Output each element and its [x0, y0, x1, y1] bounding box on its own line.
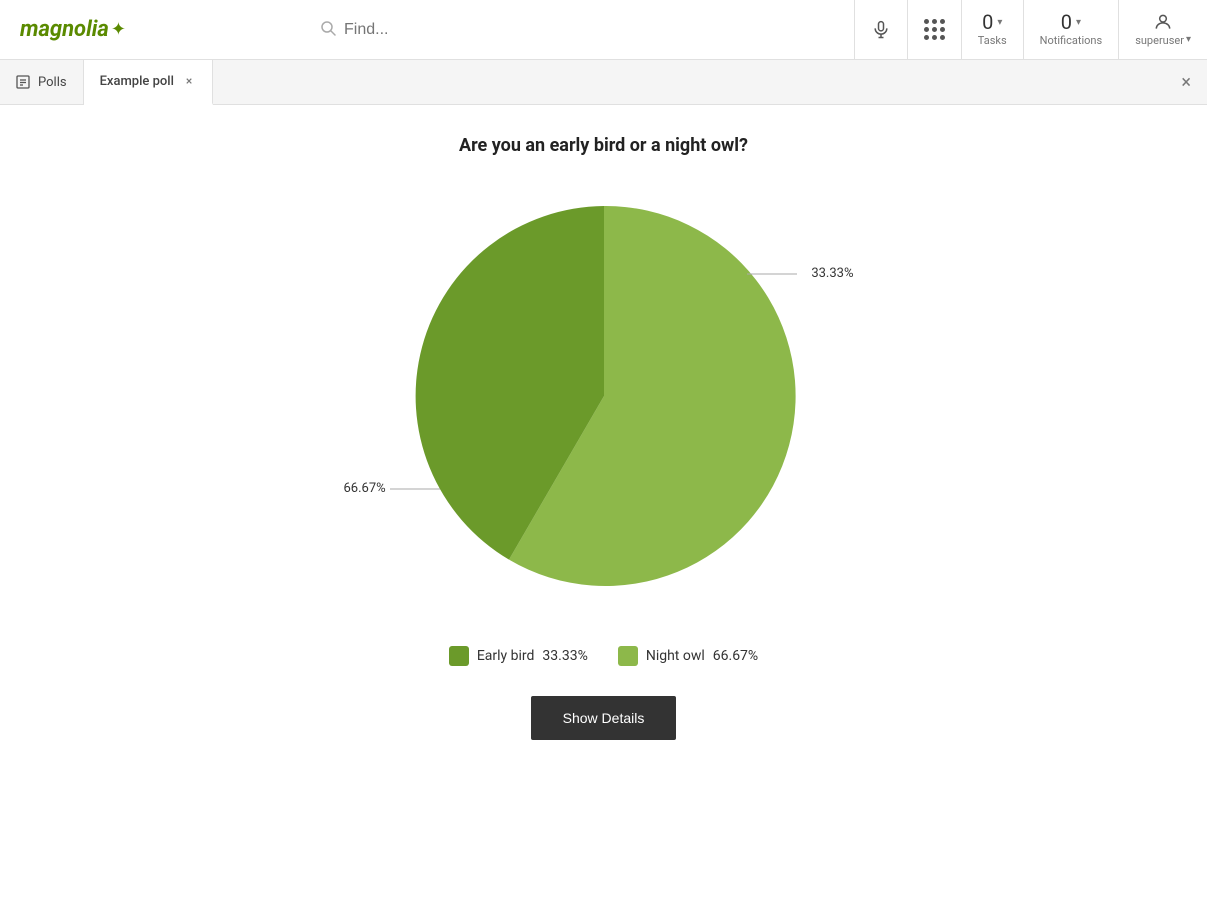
tasks-label: Tasks	[978, 34, 1007, 47]
topbar: magnolia✦ 0 ▾ Tasks	[0, 0, 1207, 60]
notifications-chevron: ▾	[1076, 17, 1081, 28]
grid-menu-button[interactable]	[907, 0, 961, 60]
tab-example-poll[interactable]: Example poll ×	[84, 60, 214, 105]
user-chevron: ▾	[1186, 34, 1191, 45]
logo-text: magnolia	[20, 17, 109, 42]
search-input[interactable]	[344, 21, 834, 39]
tab-polls[interactable]: Polls	[0, 60, 84, 105]
tabbar: Polls Example poll × ×	[0, 60, 1207, 105]
legend-swatch-night-owl	[618, 646, 638, 666]
notifications-button[interactable]: 0 ▾ Notifications	[1023, 0, 1119, 60]
close-all-button[interactable]: ×	[1165, 72, 1207, 93]
chart-legend: Early bird 33.33% Night owl 66.67%	[449, 646, 758, 666]
search-icon	[320, 20, 336, 40]
tab-close-button[interactable]: ×	[182, 72, 196, 90]
poll-title: Are you an early bird or a night owl?	[459, 135, 748, 156]
notifications-label: Notifications	[1040, 34, 1103, 47]
legend-item-early-bird: Early bird 33.33%	[449, 646, 588, 666]
legend-night-owl-percent: 66.67%	[713, 648, 758, 664]
night-owl-percent: 66.67%	[344, 481, 386, 496]
tasks-chevron: ▾	[997, 17, 1002, 28]
tasks-count: 0	[982, 12, 993, 32]
mic-button[interactable]	[854, 0, 907, 60]
tasks-badge: 0 ▾	[982, 12, 1002, 32]
early-bird-percent: 33.33%	[811, 266, 853, 281]
legend-night-owl-label: Night owl	[646, 648, 705, 664]
night-owl-label: 66.67%	[344, 481, 450, 496]
early-bird-label: 33.33%	[747, 266, 853, 281]
user-icon	[1153, 12, 1173, 32]
logo-area: magnolia✦	[0, 17, 300, 42]
pie-chart-container: 33.33% 66.67%	[394, 186, 814, 606]
legend-early-bird-label: Early bird	[477, 648, 535, 664]
grid-icon	[924, 19, 945, 40]
show-details-button[interactable]: Show Details	[531, 696, 677, 740]
logo-star: ✦	[111, 19, 126, 40]
tab-example-poll-label: Example poll	[100, 74, 174, 89]
main-content: Are you an early bird or a night owl? 33…	[0, 105, 1207, 905]
polls-icon	[16, 75, 30, 89]
user-menu-button[interactable]: superuser ▾	[1118, 0, 1207, 60]
notifications-badge: 0 ▾	[1061, 12, 1081, 32]
pie-chart	[394, 186, 814, 606]
tab-polls-label: Polls	[38, 75, 67, 90]
user-name: superuser	[1135, 34, 1184, 47]
legend-swatch-early-bird	[449, 646, 469, 666]
legend-early-bird-percent: 33.33%	[542, 648, 587, 664]
search-area[interactable]	[300, 20, 854, 40]
notifications-count: 0	[1061, 12, 1072, 32]
tasks-button[interactable]: 0 ▾ Tasks	[961, 0, 1023, 60]
legend-item-night-owl: Night owl 66.67%	[618, 646, 758, 666]
